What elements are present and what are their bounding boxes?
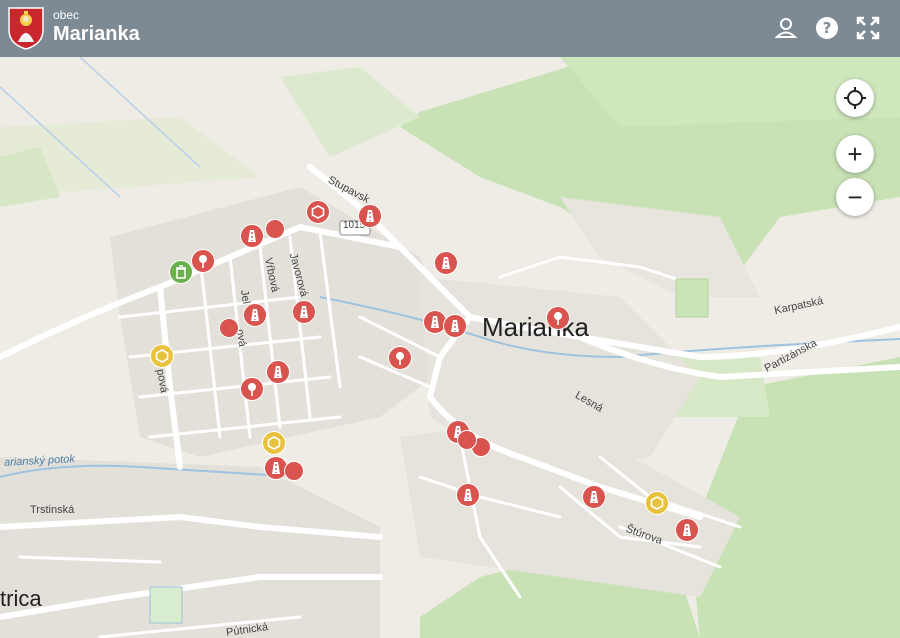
header-pretitle: obec	[53, 8, 80, 22]
road-works-icon	[248, 230, 256, 242]
app-header: obec Marianka ?	[0, 0, 900, 57]
road-works-icon	[683, 524, 691, 536]
crosshair-icon	[844, 87, 866, 109]
point-of-interest-icon	[267, 436, 281, 450]
road-works-icon	[451, 320, 459, 332]
red-dot-marker[interactable]	[457, 430, 477, 450]
road-works-marker[interactable]	[443, 314, 467, 338]
hexagon-icon	[311, 205, 325, 219]
road-works-marker[interactable]	[243, 303, 267, 327]
road-works-marker[interactable]	[266, 360, 290, 384]
map-view[interactable]: Marianka trica 1015 Stupavsk Javorová Vŕ…	[0, 57, 900, 638]
zoom-in-button[interactable]: +	[836, 135, 874, 173]
road-works-marker[interactable]	[240, 224, 264, 248]
waste-bin-icon	[176, 265, 186, 279]
road-works-marker[interactable]	[582, 485, 606, 509]
road-works-icon	[251, 309, 259, 321]
svg-text:?: ?	[823, 19, 832, 37]
road-works-marker[interactable]	[434, 251, 458, 275]
road-works-marker[interactable]	[675, 518, 699, 542]
signpost-marker[interactable]	[546, 306, 570, 330]
waste-bin-marker[interactable]	[169, 260, 193, 284]
coat-of-arms-logo[interactable]	[7, 6, 45, 50]
road-works-marker[interactable]	[456, 483, 480, 507]
signpost-marker[interactable]	[240, 377, 264, 401]
help-icon[interactable]: ?	[814, 15, 840, 41]
signpost-marker[interactable]	[191, 249, 215, 273]
point-of-interest-marker[interactable]	[150, 344, 174, 368]
hexagon-marker[interactable]	[306, 200, 330, 224]
signpost-icon	[199, 255, 207, 268]
road-works-icon	[442, 257, 450, 269]
road-works-icon	[464, 489, 472, 501]
signpost-marker[interactable]	[388, 346, 412, 370]
road-works-icon	[272, 462, 280, 474]
road-works-icon	[366, 210, 374, 222]
user-icon[interactable]	[773, 15, 799, 41]
red-dot-marker[interactable]	[265, 219, 285, 239]
red-dot-marker[interactable]	[284, 461, 304, 481]
zoom-out-button[interactable]: −	[836, 178, 874, 216]
road-works-icon	[274, 366, 282, 378]
point-of-interest-icon	[155, 349, 169, 363]
signpost-icon	[248, 383, 256, 396]
road-works-marker[interactable]	[358, 204, 382, 228]
road-works-marker[interactable]	[292, 300, 316, 324]
header-title: Marianka	[53, 23, 140, 45]
point-of-interest-marker[interactable]	[645, 491, 669, 515]
signpost-icon	[396, 352, 404, 365]
road-works-icon	[431, 316, 439, 328]
locate-button[interactable]	[836, 79, 874, 117]
map-tiles	[0, 57, 900, 638]
road-works-icon	[590, 491, 598, 503]
point-of-interest-marker[interactable]	[262, 431, 286, 455]
road-works-icon	[300, 306, 308, 318]
signpost-icon	[554, 312, 562, 325]
point-of-interest-icon	[650, 496, 664, 510]
fullscreen-icon[interactable]	[855, 15, 881, 41]
red-dot-marker[interactable]	[219, 318, 239, 338]
